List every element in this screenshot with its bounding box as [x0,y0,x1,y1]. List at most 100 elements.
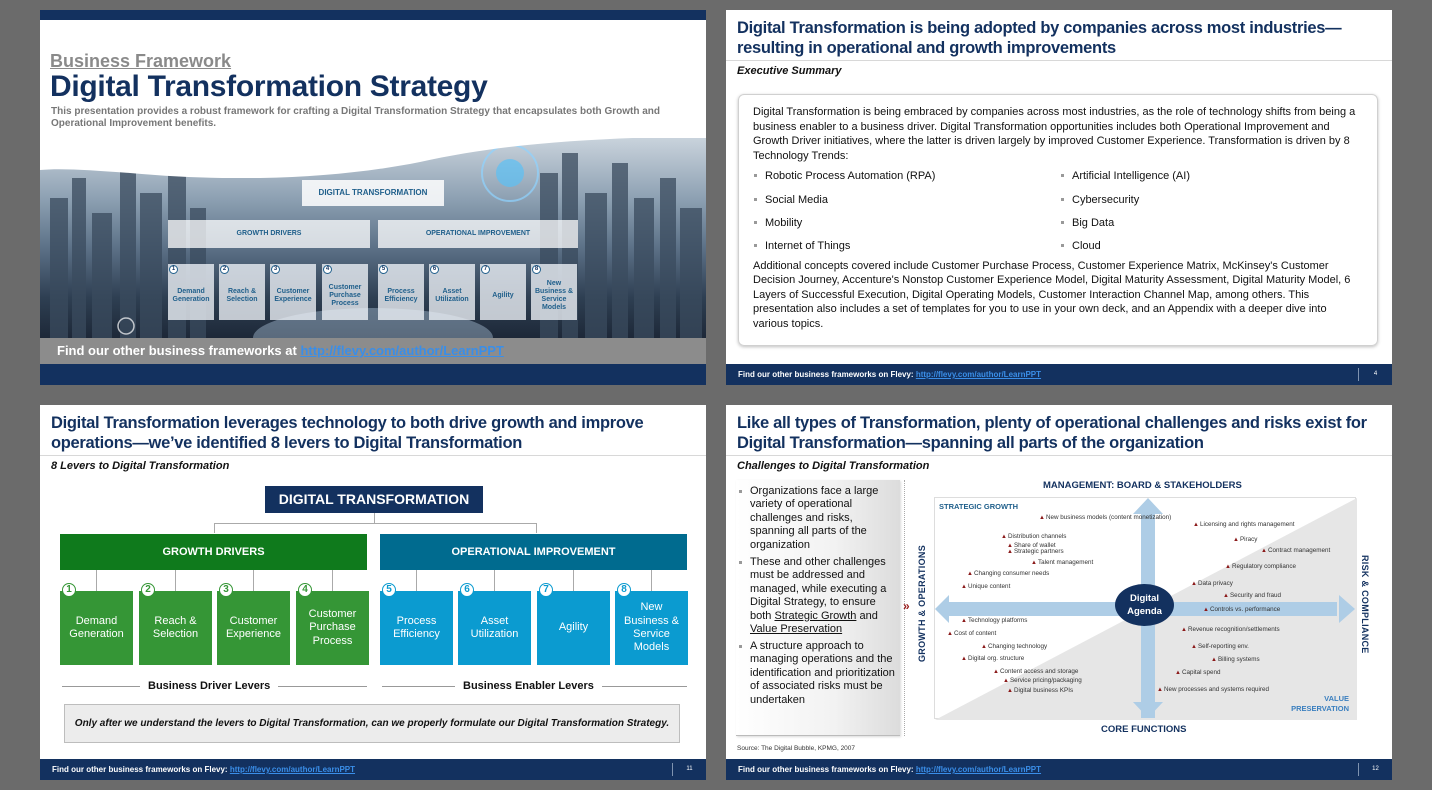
lever-number: 2 [220,265,229,274]
slide-title: Digital Transformation is being adopted … [737,19,1342,57]
footer-text: Find our other business frameworks on Fl… [738,765,914,774]
flevy-link[interactable]: http://flevy.com/author/LearnPPT [916,370,1041,379]
lever-box: 3 Customer Experience [217,583,290,665]
slide-title: Like all types of Transformation, plenty… [737,414,1367,452]
slide-footer: Find our other business frameworks on Fl… [726,759,1392,780]
summary-intro: Digital Transformation is being embraced… [753,106,1356,162]
trend-item: Big Data [1060,216,1360,231]
risk-item: Content access and storage [993,668,1078,675]
risk-item: New business models (content monetizatio… [1039,514,1171,521]
cover-lever: 3 Customer Experience [270,264,316,320]
trend-item: Social Media [753,193,1060,208]
risk-item: Distribution channels [1001,533,1066,540]
risk-item: New processes and systems required [1157,686,1269,693]
footer-text: Find our other business frameworks on Fl… [52,765,228,774]
lever-label: Process Efficiency [384,288,418,303]
lever-label: Customer Purchase Process [308,607,357,647]
risk-item: Controls vs. performance [1203,606,1280,613]
source-note: Source: The Digital Bubble, KPMG, 2007 [737,745,856,752]
page-number: 4 [1358,368,1392,381]
lever-box: 5 Process Efficiency [380,583,453,665]
lever-label: Agility [492,292,514,299]
label-line: VALUE [1324,694,1349,703]
lever-number: 3 [271,265,280,274]
driver-levers-label: Business Driver Levers [140,680,279,692]
lever-number: 7 [539,583,553,597]
page-number: 11 [672,763,706,776]
slide-challenges[interactable]: Like all types of Transformation, plenty… [726,405,1392,780]
connector [175,570,176,591]
lever-number: 3 [219,583,233,597]
lever-label: New Business & Service Models [623,601,680,654]
lever-number: 2 [141,583,155,597]
challenge-bullet: A structure approach to managing operati… [736,640,896,707]
enabler-levers-label: Business Enabler Levers [455,680,602,692]
connector [253,570,254,591]
risk-item: Digital business KPIs [1007,687,1073,694]
page-number: 12 [1358,763,1392,776]
lever-number: 6 [430,265,439,274]
risk-item: Piracy [1233,536,1258,543]
label-line: PRESERVATION [1291,704,1349,713]
risk-item: Changing consumer needs [967,570,1049,577]
risk-item: Cost of content [947,630,996,637]
trend-item: Internet of Things [753,239,1060,254]
connector [214,523,215,533]
lever-label: Customer Experience [225,614,282,640]
slide-subtitle: Executive Summary [737,65,842,77]
connector [651,570,652,591]
lever-label: Reach & Selection [152,614,199,640]
connector [494,570,495,591]
trend-item: Mobility [753,216,1060,231]
quadrant-value-preservation: VALUE PRESERVATION [1291,694,1349,714]
cover-lever: 4 Customer Purchase Process [322,264,368,320]
risk-item: Service pricing/packaging [1003,677,1082,684]
slide-8-levers[interactable]: Digital Transformation leverages technol… [40,405,706,780]
cover-diagram-root: DIGITAL TRANSFORMATION [302,180,444,206]
cover-lever: 6 Asset Utilization [429,264,475,320]
title-divider [40,455,706,456]
connector [214,523,537,524]
trend-item: Cloud [1060,239,1360,254]
lever-number: 5 [382,583,396,597]
lever-number: 8 [617,583,631,597]
lever-label: Process Efficiency [393,614,440,640]
slide-title: Digital Transformation leverages technol… [51,414,644,452]
lever-label: Asset Utilization [470,614,519,640]
strategic-growth-term: Strategic Growth [774,609,857,622]
cover-group-growth: GROWTH DRIVERS [168,220,370,248]
slide-subtitle: 8 Levers to Digital Transformation [51,460,230,472]
title-divider [726,60,1392,61]
lever-number: 1 [62,583,76,597]
lever-box: 8 New Business & Service Models [615,583,688,665]
challenge-bullet: These and other challenges must be addre… [736,556,896,636]
flevy-link[interactable]: http://flevy.com/author/LearnPPT [916,765,1041,774]
bullet-text: and [859,609,878,622]
cover-lever: 5 Process Efficiency [378,264,424,320]
slide-footer: Find our other business frameworks on Fl… [40,759,706,780]
root-node: DIGITAL TRANSFORMATION [265,486,483,513]
flevy-link[interactable]: http://flevy.com/author/LearnPPT [300,343,503,358]
slide-executive-summary[interactable]: Digital Transformation is being adopted … [726,10,1392,385]
lever-label: Demand Generation [69,614,124,640]
footer-text: Find our other business frameworks on Fl… [738,370,914,379]
risk-item: Technology platforms [961,617,1028,624]
quadrant-strategic-growth: STRATEGIC GROWTH [939,502,1019,511]
group-operational-improvement: OPERATIONAL IMPROVEMENT [380,534,687,570]
lever-label: Asset Utilization [435,288,469,303]
risk-item: Strategic partners [1007,548,1064,555]
lever-number: 7 [481,265,490,274]
cover-lever: 8 New Business & Service Models [531,264,577,320]
chevron-right-icon: » [903,599,910,613]
slide-subtitle: Challenges to Digital Transformation [737,460,930,472]
slide-cover[interactable]: Business Framework Digital Transformatio… [40,10,706,385]
lever-label: New Business & Service Models [534,280,574,311]
connector [96,570,97,591]
risk-item: Contract management [1261,547,1330,554]
risk-item: Revenue recognition/settlements [1181,626,1280,633]
trend-item: Artificial Intelligence (AI) [1060,169,1360,184]
flevy-link[interactable]: http://flevy.com/author/LearnPPT [230,765,355,774]
lever-number: 6 [460,583,474,597]
cover-lever: 1 Demand Generation [168,264,214,320]
slide-footer: Find our other business frameworks on Fl… [726,364,1392,385]
